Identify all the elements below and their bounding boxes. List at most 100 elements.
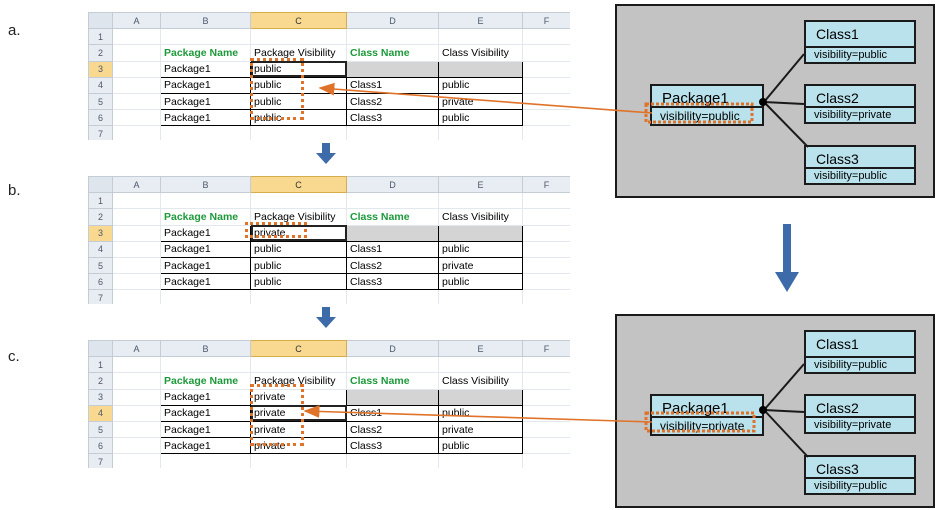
cell-class-name[interactable]: Class1 (346, 404, 439, 422)
row-number[interactable]: 7 (88, 125, 113, 140)
header-class-name[interactable]: Class Name (346, 208, 439, 226)
row-number[interactable]: 3 (88, 388, 113, 406)
column-header-b[interactable]: B (160, 12, 251, 30)
cell-a[interactable] (112, 437, 161, 455)
cell-package-name[interactable]: Package1 (160, 109, 251, 127)
cell-a[interactable] (112, 289, 161, 304)
cell-f[interactable] (522, 388, 570, 406)
cell-package-visibility[interactable]: private (250, 420, 347, 439)
cell-c[interactable] (250, 289, 347, 304)
cell-a[interactable] (112, 420, 161, 439)
cell-class-visibility[interactable] (438, 388, 523, 406)
cell-f[interactable] (522, 289, 570, 304)
header-package-name[interactable]: Package Name (160, 44, 251, 62)
cell-package-name[interactable]: Package1 (160, 437, 251, 455)
cell-package-name[interactable]: Package1 (160, 256, 251, 275)
column-header-d[interactable]: D (346, 12, 439, 30)
cell-c[interactable] (250, 453, 347, 468)
row-number[interactable]: 2 (88, 44, 113, 62)
cell-package-name[interactable]: Package1 (160, 224, 251, 242)
cell-f[interactable] (522, 404, 570, 422)
cell-d[interactable] (346, 28, 439, 46)
cell-f[interactable] (522, 372, 570, 390)
row-number[interactable]: 5 (88, 256, 113, 275)
cell-package-name[interactable]: Package1 (160, 273, 251, 291)
cell-package-name[interactable]: Package1 (160, 404, 251, 422)
header-class-name[interactable]: Class Name (346, 44, 439, 62)
column-header-c[interactable]: C (250, 340, 347, 358)
cell-class-name[interactable]: Class3 (346, 437, 439, 455)
column-header-f[interactable]: F (522, 340, 570, 358)
cell-f[interactable] (522, 437, 570, 455)
cell-class-visibility[interactable]: private (438, 420, 523, 439)
cell-f[interactable] (522, 208, 570, 226)
cell-b[interactable] (160, 125, 251, 140)
cell-package-name[interactable]: Package1 (160, 240, 251, 258)
row-number[interactable]: 7 (88, 453, 113, 468)
corner-cell[interactable] (88, 340, 113, 358)
cell-d[interactable] (346, 289, 439, 304)
cell-b[interactable] (160, 28, 251, 46)
column-header-c[interactable]: C (250, 12, 347, 30)
cell-class-visibility[interactable]: private (438, 256, 523, 275)
cell-a[interactable] (112, 372, 161, 390)
row-number[interactable]: 5 (88, 92, 113, 111)
cell-a[interactable] (112, 192, 161, 210)
column-header-b[interactable]: B (160, 340, 251, 358)
cell-class-visibility[interactable] (438, 224, 523, 242)
cell-class-name[interactable]: Class2 (346, 92, 439, 111)
cell-f[interactable] (522, 224, 570, 242)
column-header-d[interactable]: D (346, 340, 439, 358)
cell-c[interactable] (250, 356, 347, 374)
cell-e[interactable] (438, 125, 523, 140)
cell-d[interactable] (346, 125, 439, 140)
cell-b[interactable] (160, 289, 251, 304)
cell-package-name[interactable]: Package1 (160, 76, 251, 94)
row-number[interactable]: 4 (88, 404, 113, 422)
cell-package-visibility[interactable]: private (250, 404, 347, 422)
cell-package-visibility[interactable]: private (250, 437, 347, 455)
cell-a[interactable] (112, 240, 161, 258)
column-header-c[interactable]: C (250, 176, 347, 194)
cell-b[interactable] (160, 356, 251, 374)
cell-a[interactable] (112, 92, 161, 111)
cell-e[interactable] (438, 356, 523, 374)
row-number[interactable]: 6 (88, 273, 113, 291)
cell-class-name[interactable]: Class2 (346, 420, 439, 439)
cell-class-visibility[interactable]: public (438, 437, 523, 455)
cell-c[interactable] (250, 28, 347, 46)
cell-a[interactable] (112, 453, 161, 468)
row-number[interactable]: 4 (88, 240, 113, 258)
cell-f[interactable] (522, 92, 570, 111)
cell-class-visibility[interactable]: public (438, 109, 523, 127)
corner-cell[interactable] (88, 176, 113, 194)
cell-a[interactable] (112, 388, 161, 406)
row-number[interactable]: 1 (88, 28, 113, 46)
cell-c[interactable] (250, 192, 347, 210)
cell-d[interactable] (346, 453, 439, 468)
cell-package-visibility[interactable]: public (250, 76, 347, 94)
cell-a[interactable] (112, 224, 161, 242)
cell-class-name[interactable]: Class1 (346, 76, 439, 94)
cell-c[interactable] (250, 125, 347, 140)
column-header-d[interactable]: D (346, 176, 439, 194)
header-package-visibility[interactable]: Package Visibility (250, 44, 347, 62)
cell-a[interactable] (112, 76, 161, 94)
header-package-name[interactable]: Package Name (160, 372, 251, 390)
cell-f[interactable] (522, 356, 570, 374)
cell-f[interactable] (522, 453, 570, 468)
cell-a[interactable] (112, 404, 161, 422)
header-class-visibility[interactable]: Class Visibility (438, 208, 523, 226)
cell-package-name[interactable]: Package1 (160, 420, 251, 439)
cell-b[interactable] (160, 192, 251, 210)
row-number[interactable]: 2 (88, 372, 113, 390)
row-number[interactable]: 5 (88, 420, 113, 439)
cell-a[interactable] (112, 125, 161, 140)
cell-a[interactable] (112, 356, 161, 374)
row-number[interactable]: 3 (88, 224, 113, 242)
cell-package-visibility[interactable]: public (250, 256, 347, 275)
cell-f[interactable] (522, 76, 570, 94)
header-class-name[interactable]: Class Name (346, 372, 439, 390)
cell-package-visibility[interactable]: public (250, 60, 347, 78)
cell-a[interactable] (112, 109, 161, 127)
